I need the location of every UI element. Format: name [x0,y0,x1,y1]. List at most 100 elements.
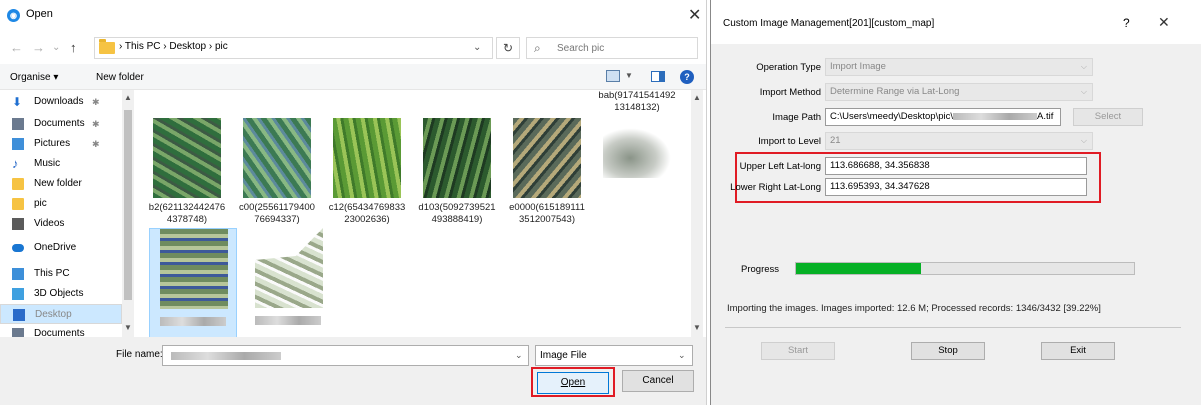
close-icon[interactable]: ✕ [688,5,701,25]
upper-left-input[interactable]: 113.686688, 34.356838 [825,157,1087,175]
sidebar-item-label: Downloads [34,96,84,107]
help-icon[interactable]: ? [1123,16,1130,30]
file-thumbnail[interactable]: d103(5092739521 493888419) [413,118,501,228]
organise-button[interactable]: Organise ▾ [10,72,58,83]
pictures-icon [12,138,24,150]
sidebar-item-label: pic [34,198,47,209]
pin-icon[interactable]: ✱ [92,134,100,154]
folder-icon [12,178,24,190]
sidebar-item-videos[interactable]: Videos [0,214,122,234]
file-type-value: Image File [540,350,587,361]
scrollbar-thumb[interactable] [124,110,132,300]
file-thumbnail[interactable]: b2(621132442476 4378748) [143,118,231,228]
scroll-down-icon[interactable]: ▼ [124,323,132,332]
stop-button[interactable]: Stop [911,342,985,360]
file-name-caption: e0000(615189111 3512007543) [509,202,585,225]
chevron-down-icon[interactable]: ⌄ [678,350,686,361]
sidebar-item-downloads[interactable]: ⬇ Downloads ✱ [0,92,122,112]
file-name-label: File name: [116,349,163,360]
chevron-down-icon[interactable]: ⌄ [515,350,523,361]
sidebar-item-label: Music [34,158,61,169]
sidebar-item-this-pc[interactable]: This PC [0,264,122,284]
thumbnail-image [513,118,581,198]
open-button-highlight: Open [531,367,615,397]
pin-icon[interactable]: ✱ [92,92,100,112]
document-icon [12,328,24,337]
open-button[interactable]: Open [537,372,609,394]
sidebar-item-label: Documents [34,328,85,337]
redacted-text [171,352,281,360]
file-name-caption: d103(5092739521 493888419) [418,202,496,225]
import-method-select[interactable]: Determine Range via Lat-Long ⌵ [825,83,1093,101]
up-icon[interactable]: ↑ [70,37,77,59]
image-path-prefix: C:\Users\meedy\Desktop\pic\ [830,111,954,122]
sidebar-item-desktop[interactable]: Desktop [0,304,122,324]
sidebar-item-documents[interactable]: Documents ✱ [0,114,122,134]
sidebar-item-documents[interactable]: Documents [0,324,122,337]
sidebar-item-onedrive[interactable]: OneDrive [0,238,122,258]
redacted-text [160,317,226,326]
divider [725,327,1181,328]
file-thumbnail[interactable] [149,228,237,337]
progress-bar [795,262,1135,275]
music-icon: ♪ [12,156,19,171]
scroll-up-icon[interactable]: ▲ [124,93,132,102]
document-icon [12,118,24,130]
cloud-icon [12,244,24,252]
image-path-input[interactable]: C:\Users\meedy\Desktop\pic\ A.tif [825,108,1061,126]
sidebar-item-pictures[interactable]: Pictures ✱ [0,134,122,154]
file-name-input[interactable]: ⌄ [162,345,529,366]
scroll-up-icon[interactable]: ▲ [693,93,701,102]
search-input[interactable]: Search pic [557,43,604,54]
import-level-select[interactable]: 21 ⌵ [825,132,1093,150]
file-thumbnail[interactable]: c12(65434769833 23002636) [323,118,411,228]
help-icon[interactable]: ? [680,70,694,84]
start-button[interactable]: Start [761,342,835,360]
cancel-button[interactable]: Cancel [622,370,694,392]
operation-type-select[interactable]: Import Image ⌵ [825,58,1093,76]
lower-right-input[interactable]: 113.695393, 34.347628 [825,178,1087,196]
chevron-down-icon[interactable]: ▼ [625,71,633,80]
select-button[interactable]: Select [1073,108,1143,126]
sidebar-item-3d-objects[interactable]: 3D Objects [0,284,122,304]
file-thumbnail[interactable]: c00(25561179400 76694337) [233,118,321,228]
file-thumbnail[interactable] [245,228,333,337]
recent-locations-icon[interactable]: ⌄ [52,37,60,59]
file-list: b2(621132442476 4378748) c00(25561179400 … [135,90,691,337]
progress-fill [796,263,922,274]
pin-icon[interactable]: ✱ [92,114,100,134]
command-bar: Organise ▾ New folder ▼ ? [0,64,706,90]
sidebar-scrollbar[interactable]: ▲ ▼ [122,90,134,337]
preview-pane-icon[interactable] [651,71,665,82]
import-level-value: 21 [830,135,841,146]
download-icon: ⬇ [12,95,23,109]
sidebar-item-music[interactable]: ♪ Music [0,154,122,174]
chevron-down-icon[interactable]: ⌄ [473,42,481,53]
sidebar-item-label: OneDrive [34,242,77,253]
thumbnail-image [423,118,491,198]
view-options-icon[interactable] [606,70,620,82]
refresh-button[interactable]: ↻ [496,37,520,59]
file-thumbnail[interactable]: e0000(615189111 3512007543) [503,118,591,228]
file-thumbnail[interactable]: bab(91741541492 13148132) [593,90,681,210]
operation-type-value: Import Image [830,61,886,72]
search-box[interactable]: ⌕ Search pic [526,37,698,59]
file-list-scrollbar[interactable]: ▲ ▼ [691,90,703,337]
close-icon[interactable]: ✕ [1158,14,1170,31]
thumbnail-image [333,118,401,198]
scroll-down-icon[interactable]: ▼ [693,323,701,332]
forward-icon[interactable]: → [32,37,45,59]
exit-button[interactable]: Exit [1041,342,1115,360]
desktop-icon [13,309,25,321]
breadcrumb[interactable]: › This PC › Desktop › pic [119,41,228,52]
sidebar-item-pic[interactable]: pic [0,194,122,214]
search-icon: ⌕ [534,41,541,55]
image-path-suffix: A.tif [1037,111,1054,122]
redacted-text [255,316,321,325]
sidebar-item-new-folder[interactable]: New folder [0,174,122,194]
back-icon[interactable]: ← [10,37,23,59]
address-bar[interactable]: › This PC › Desktop › pic ⌄ [94,37,493,59]
new-folder-button[interactable]: New folder [96,72,144,83]
file-type-select[interactable]: Image File ⌄ [535,345,693,366]
folder-icon [99,39,115,54]
